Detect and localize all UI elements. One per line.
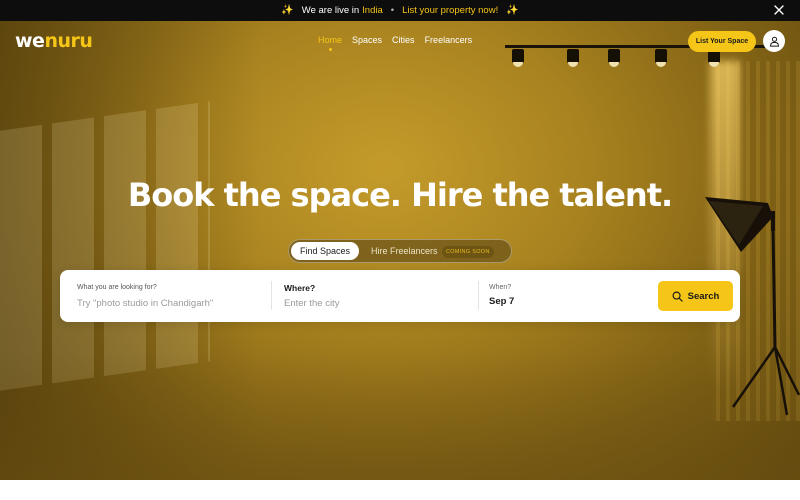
announcement-bar: ✨ We are live in India • List your prope… — [0, 0, 800, 21]
where-label: Where? — [284, 283, 316, 293]
find-spaces-tab[interactable]: Find Spaces — [291, 242, 359, 260]
coming-soon-badge: COMING SOON — [442, 246, 494, 258]
nav-cities[interactable]: Cities — [392, 35, 415, 45]
main-nav: Home Spaces Cities Freelancers — [318, 35, 473, 51]
search-icon — [672, 291, 683, 302]
window-light — [0, 101, 210, 391]
search-button[interactable]: Search — [658, 281, 733, 311]
spotlight — [608, 49, 620, 67]
sparkle-icon: ✨ — [506, 5, 519, 16]
user-icon — [769, 36, 779, 47]
wenuru-logo[interactable]: wenuru — [15, 30, 93, 52]
hire-freelancers-tab[interactable]: Hire Freelancers — [371, 246, 438, 256]
sparkle-icon: ✨ — [281, 5, 294, 16]
logo-part2: nuru — [44, 30, 93, 52]
spotlight — [512, 49, 524, 67]
what-input[interactable] — [77, 296, 257, 310]
when-label: When? — [489, 284, 512, 291]
logo-part1: we — [15, 30, 45, 52]
when-value: Sep 7 — [489, 296, 515, 307]
spotlight — [567, 49, 579, 67]
search-button-label: Search — [687, 290, 720, 302]
what-field: What you are looking for? — [77, 270, 267, 322]
field-divider — [478, 281, 479, 310]
spotlight — [655, 49, 667, 67]
where-input[interactable] — [284, 296, 464, 310]
what-label: What you are looking for? — [77, 284, 157, 291]
field-divider — [271, 281, 272, 310]
announcement-separator: • — [390, 5, 395, 16]
user-account-button[interactable] — [763, 30, 785, 52]
nav-freelancers[interactable]: Freelancers — [425, 35, 473, 45]
when-field[interactable]: When? Sep 7 — [489, 270, 649, 322]
list-property-link[interactable]: List your property now! — [402, 5, 498, 16]
where-field: Where? — [284, 270, 474, 322]
hero-headline: Book the space. Hire the talent. — [127, 176, 673, 214]
nav-spaces[interactable]: Spaces — [352, 35, 382, 45]
announcement-highlight: India — [362, 5, 383, 16]
search-mode-toggle: Find Spaces Hire Freelancers COMING SOON — [288, 239, 512, 263]
announcement-text: We are live in — [301, 5, 360, 16]
search-card: What you are looking for? Where? When? S… — [60, 270, 740, 322]
close-icon[interactable] — [772, 3, 786, 17]
list-your-space-button[interactable]: List Your Space — [688, 31, 756, 52]
hero-floor — [0, 351, 800, 480]
nav-home[interactable]: Home — [318, 35, 342, 51]
